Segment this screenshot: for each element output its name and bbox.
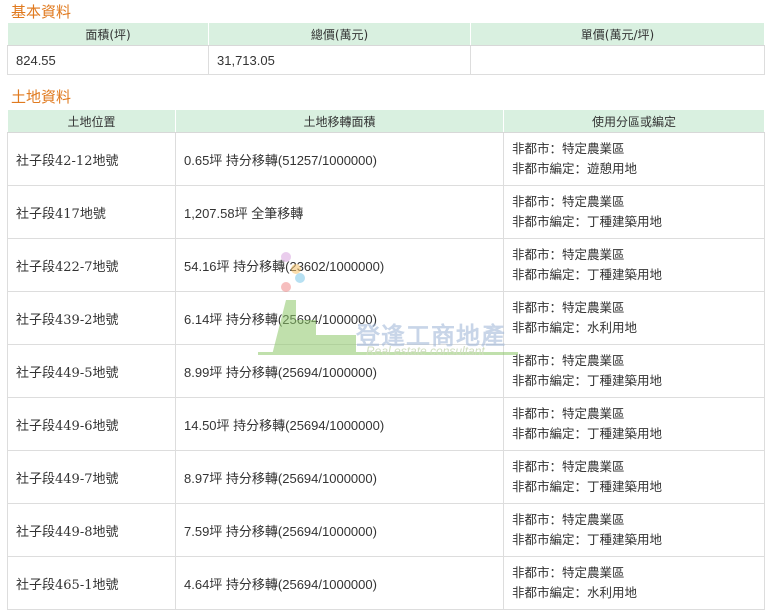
zoning: 非都市：特定農業區 非都市編定：丁種建築用地: [503, 450, 765, 504]
transfer-area: 54.16坪 持分移轉(23602/1000000): [175, 238, 504, 292]
transfer-area: 6.14坪 持分移轉(25694/1000000): [175, 291, 504, 345]
table-row: 社子段422-7地號 54.16坪 持分移轉(23602/1000000) 非都…: [7, 238, 765, 292]
transfer-area: 0.65坪 持分移轉(51257/1000000): [175, 132, 504, 186]
unit-price-value: [470, 45, 765, 75]
land-info-header-row: 土地位置 土地移轉面積 使用分區或編定: [7, 109, 765, 133]
header-land-location: 土地位置: [7, 109, 176, 133]
header-area: 面積(坪): [7, 22, 209, 46]
transfer-area: 8.99坪 持分移轉(25694/1000000): [175, 344, 504, 398]
table-row: 社子段449-6地號 14.50坪 持分移轉(25694/1000000) 非都…: [7, 397, 765, 451]
table-row: 社子段449-7地號 8.97坪 持分移轉(25694/1000000) 非都市…: [7, 450, 765, 504]
zoning-designation: 非都市編定：遊憩用地: [512, 161, 638, 176]
header-unit-price: 單價(萬元/坪): [470, 22, 765, 46]
transfer-area: 8.97坪 持分移轉(25694/1000000): [175, 450, 504, 504]
land-location: 社子段439-2地號: [7, 291, 176, 345]
land-info-table: 土地位置 土地移轉面積 使用分區或編定 社子段42-12地號 0.65坪 持分移…: [7, 109, 765, 610]
zoning: 非都市：特定農業區 非都市編定：丁種建築用地: [503, 238, 765, 292]
land-location: 社子段422-7地號: [7, 238, 176, 292]
zoning: 非都市：特定農業區 非都市編定：丁種建築用地: [503, 397, 765, 451]
zoning-designation: 非都市編定：丁種建築用地: [512, 267, 663, 282]
zoning-designation: 非都市編定：丁種建築用地: [512, 532, 663, 547]
zoning-district: 非都市：特定農業區: [512, 406, 625, 421]
header-total-price: 總價(萬元): [208, 22, 471, 46]
zoning-district: 非都市：特定農業區: [512, 353, 625, 368]
land-location: 社子段42-12地號: [7, 132, 176, 186]
zoning-designation: 非都市編定：丁種建築用地: [512, 214, 663, 229]
zoning: 非都市：特定農業區 非都市編定：水利用地: [503, 556, 765, 610]
transfer-area: 1,207.58坪 全筆移轉: [175, 185, 504, 239]
zoning-district: 非都市：特定農業區: [512, 300, 625, 315]
transfer-area: 4.64坪 持分移轉(25694/1000000): [175, 556, 504, 610]
total-price-value: 31,713.05: [208, 45, 471, 75]
zoning-designation: 非都市編定：丁種建築用地: [512, 426, 663, 441]
zoning-designation: 非都市編定：丁種建築用地: [512, 373, 663, 388]
transfer-area: 7.59坪 持分移轉(25694/1000000): [175, 503, 504, 557]
basic-info-row: 824.55 31,713.05: [7, 45, 765, 75]
zoning: 非都市：特定農業區 非都市編定：丁種建築用地: [503, 185, 765, 239]
header-zoning: 使用分區或編定: [503, 109, 765, 133]
table-row: 社子段449-5地號 8.99坪 持分移轉(25694/1000000) 非都市…: [7, 344, 765, 398]
land-location: 社子段449-7地號: [7, 450, 176, 504]
table-row: 社子段42-12地號 0.65坪 持分移轉(51257/1000000) 非都市…: [7, 132, 765, 186]
table-row: 社子段465-1地號 4.64坪 持分移轉(25694/1000000) 非都市…: [7, 556, 765, 610]
zoning-district: 非都市：特定農業區: [512, 512, 625, 527]
zoning-district: 非都市：特定農業區: [512, 459, 625, 474]
transfer-area: 14.50坪 持分移轉(25694/1000000): [175, 397, 504, 451]
zoning-designation: 非都市編定：水利用地: [512, 585, 638, 600]
land-location: 社子段449-8地號: [7, 503, 176, 557]
zoning-district: 非都市：特定農業區: [512, 565, 625, 580]
zoning-designation: 非都市編定：水利用地: [512, 320, 638, 335]
land-location: 社子段449-5地號: [7, 344, 176, 398]
zoning: 非都市：特定農業區 非都市編定：丁種建築用地: [503, 503, 765, 557]
land-info-title: 土地資料: [11, 88, 72, 106]
land-location: 社子段417地號: [7, 185, 176, 239]
zoning-designation: 非都市編定：丁種建築用地: [512, 479, 663, 494]
basic-info-table: 面積(坪) 總價(萬元) 單價(萬元/坪) 824.55 31,713.05: [7, 22, 765, 75]
table-row: 社子段417地號 1,207.58坪 全筆移轉 非都市：特定農業區 非都市編定：…: [7, 185, 765, 239]
header-transfer-area: 土地移轉面積: [175, 109, 504, 133]
zoning: 非都市：特定農業區 非都市編定：水利用地: [503, 291, 765, 345]
basic-info-title: 基本資料: [11, 3, 72, 21]
table-row: 社子段439-2地號 6.14坪 持分移轉(25694/1000000) 非都市…: [7, 291, 765, 345]
zoning-district: 非都市：特定農業區: [512, 247, 625, 262]
zoning-district: 非都市：特定農業區: [512, 194, 625, 209]
zoning: 非都市：特定農業區 非都市編定：遊憩用地: [503, 132, 765, 186]
table-row: 社子段449-8地號 7.59坪 持分移轉(25694/1000000) 非都市…: [7, 503, 765, 557]
basic-info-header-row: 面積(坪) 總價(萬元) 單價(萬元/坪): [7, 22, 765, 46]
area-value: 824.55: [7, 45, 209, 75]
zoning: 非都市：特定農業區 非都市編定：丁種建築用地: [503, 344, 765, 398]
land-location: 社子段449-6地號: [7, 397, 176, 451]
zoning-district: 非都市：特定農業區: [512, 141, 625, 156]
land-location: 社子段465-1地號: [7, 556, 176, 610]
